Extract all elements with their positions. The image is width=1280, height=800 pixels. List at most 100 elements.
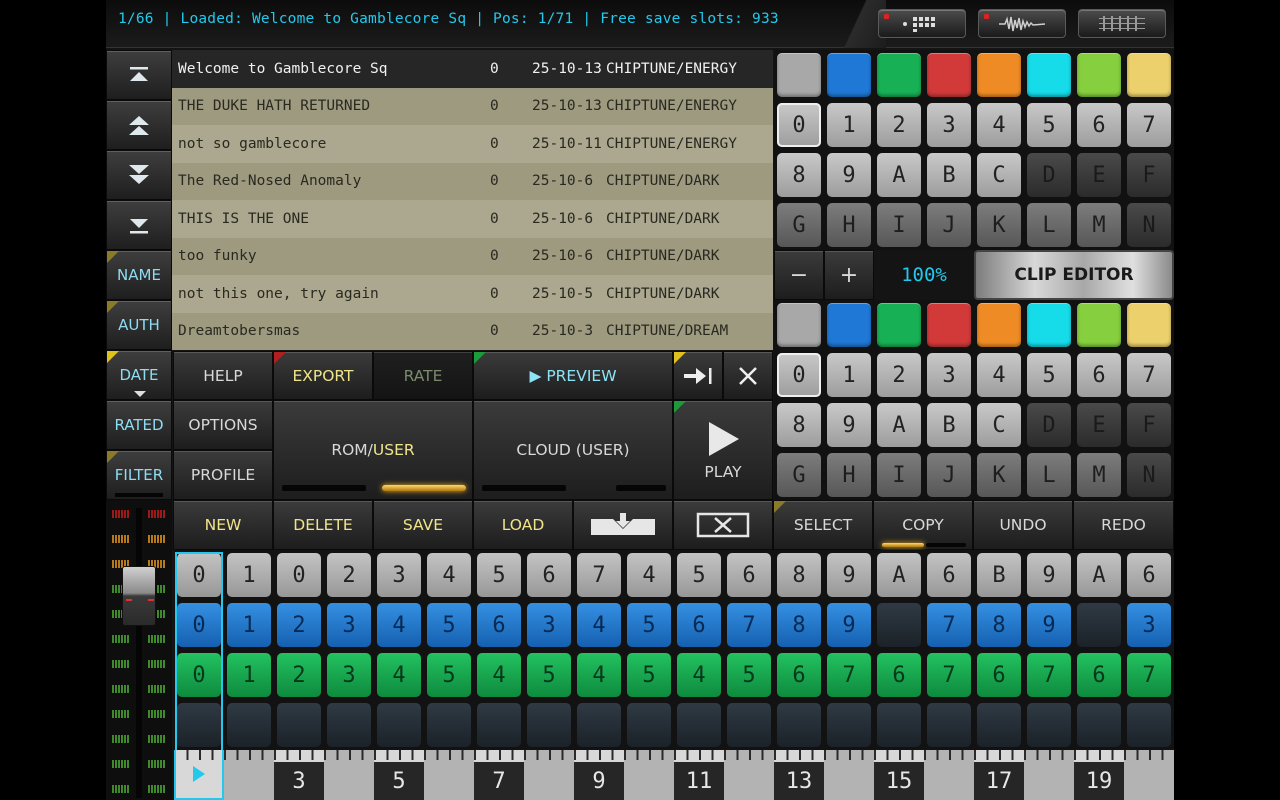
- pattern-cell[interactable]: 3: [327, 653, 371, 697]
- color-swatch[interactable]: [1127, 303, 1171, 347]
- song-row[interactable]: not so gamblecore 0 25-10-11 CHIPTUNE/EN…: [172, 125, 773, 163]
- pattern-cell[interactable]: [427, 703, 471, 747]
- clip-key[interactable]: I: [877, 203, 921, 247]
- clip-key[interactable]: H: [827, 203, 871, 247]
- pattern-cell[interactable]: 4: [627, 553, 671, 597]
- color-swatch[interactable]: [827, 53, 871, 97]
- export-button[interactable]: EXPORT: [273, 351, 373, 400]
- profile-button[interactable]: PROFILE: [173, 450, 273, 500]
- clip-key[interactable]: 3: [927, 353, 971, 397]
- sort-author-button[interactable]: AUTH: [106, 300, 172, 350]
- pattern-cell[interactable]: [527, 703, 571, 747]
- pattern-cell[interactable]: 7: [827, 653, 871, 697]
- clip-key[interactable]: A: [877, 153, 921, 197]
- clip-key[interactable]: L: [1027, 453, 1071, 497]
- pattern-cell[interactable]: 7: [1127, 653, 1171, 697]
- color-swatch[interactable]: [1127, 53, 1171, 97]
- clip-key[interactable]: K: [977, 453, 1021, 497]
- pattern-cell[interactable]: 7: [1027, 653, 1071, 697]
- pattern-cell[interactable]: 6: [927, 553, 971, 597]
- pattern-cell[interactable]: 1: [227, 553, 271, 597]
- clip-key[interactable]: 0: [777, 103, 821, 147]
- pattern-grid[interactable]: 01023456745689A6B9A601234563456789789301…: [174, 550, 1174, 750]
- pattern-cell[interactable]: 5: [427, 603, 471, 647]
- pattern-cell[interactable]: 4: [477, 653, 521, 697]
- pattern-cell[interactable]: 0: [277, 553, 321, 597]
- pattern-cell[interactable]: [477, 703, 521, 747]
- pattern-cell[interactable]: [827, 703, 871, 747]
- new-button[interactable]: NEW: [173, 500, 273, 550]
- insert-button[interactable]: [573, 500, 673, 550]
- clip-key[interactable]: 5: [1027, 103, 1071, 147]
- pattern-cell[interactable]: 6: [877, 653, 921, 697]
- color-swatch[interactable]: [1077, 53, 1121, 97]
- pattern-cell[interactable]: [877, 703, 921, 747]
- pattern-cell[interactable]: 9: [827, 603, 871, 647]
- pattern-cell[interactable]: 4: [577, 603, 621, 647]
- clip-key[interactable]: 1: [827, 103, 871, 147]
- pattern-cell[interactable]: 9: [1027, 553, 1071, 597]
- pattern-cell[interactable]: 6: [1077, 653, 1121, 697]
- clip-key[interactable]: G: [777, 453, 821, 497]
- pattern-cell[interactable]: [727, 703, 771, 747]
- clip-key[interactable]: M: [1077, 453, 1121, 497]
- color-swatch[interactable]: [1027, 53, 1071, 97]
- clip-key[interactable]: 5: [1027, 353, 1071, 397]
- clip-key[interactable]: D: [1027, 403, 1071, 447]
- pattern-cell[interactable]: 9: [827, 553, 871, 597]
- clip-key[interactable]: B: [927, 153, 971, 197]
- pattern-cell[interactable]: [277, 703, 321, 747]
- song-mode-button[interactable]: [878, 9, 966, 38]
- pattern-cell[interactable]: 5: [627, 653, 671, 697]
- clip-key[interactable]: N: [1127, 203, 1171, 247]
- pattern-cell[interactable]: [1077, 703, 1121, 747]
- pattern-cell[interactable]: 2: [277, 603, 321, 647]
- pattern-cell[interactable]: 4: [427, 553, 471, 597]
- clip-key[interactable]: C: [977, 403, 1021, 447]
- clip-key[interactable]: A: [877, 403, 921, 447]
- pattern-cell[interactable]: 9: [1027, 603, 1071, 647]
- options-button[interactable]: OPTIONS: [173, 400, 273, 450]
- scroll-bottom-button[interactable]: [106, 200, 172, 250]
- scroll-top-button[interactable]: [106, 50, 172, 100]
- tracker-mode-button[interactable]: [1078, 9, 1166, 38]
- song-row-selected[interactable]: Welcome to Gamblecore Sq 0 25-10-13 CHIP…: [172, 50, 773, 88]
- cloud-user-button[interactable]: CLOUD (USER): [473, 400, 673, 500]
- song-row[interactable]: The Red-Nosed Anomaly 0 25-10-6 CHIPTUNE…: [172, 162, 773, 200]
- clip-key[interactable]: E: [1077, 403, 1121, 447]
- volume-fader-knob[interactable]: [122, 566, 156, 626]
- pattern-cell[interactable]: 7: [727, 603, 771, 647]
- color-swatch[interactable]: [977, 53, 1021, 97]
- rom-user-button[interactable]: ROM/USER: [273, 400, 473, 500]
- clip-key[interactable]: 7: [1127, 103, 1171, 147]
- color-swatch[interactable]: [1027, 303, 1071, 347]
- color-swatch[interactable]: [927, 53, 971, 97]
- select-button[interactable]: SELECT: [773, 500, 873, 550]
- close-button[interactable]: [723, 351, 773, 400]
- pattern-cell[interactable]: 5: [527, 653, 571, 697]
- sample-mode-button[interactable]: [978, 9, 1066, 38]
- page-down-button[interactable]: [106, 150, 172, 200]
- clip-key[interactable]: M: [1077, 203, 1121, 247]
- song-row[interactable]: Dreamtobersmas 0 25-10-3 CHIPTUNE/DREAM: [172, 312, 773, 350]
- pattern-cell[interactable]: 3: [327, 603, 371, 647]
- clip-key[interactable]: B: [927, 403, 971, 447]
- pattern-cell[interactable]: [1127, 703, 1171, 747]
- clip-key[interactable]: N: [1127, 453, 1171, 497]
- song-row[interactable]: not this one, try again 0 25-10-5 CHIPTU…: [172, 275, 773, 313]
- pattern-cell[interactable]: [1077, 603, 1121, 647]
- color-swatch[interactable]: [977, 303, 1021, 347]
- clip-key[interactable]: 4: [977, 103, 1021, 147]
- color-swatch[interactable]: [777, 303, 821, 347]
- copy-button[interactable]: COPY: [873, 500, 973, 550]
- pattern-cell[interactable]: [677, 703, 721, 747]
- clip-key[interactable]: 2: [877, 353, 921, 397]
- zoom-out-button[interactable]: −: [774, 250, 824, 300]
- pattern-cell[interactable]: 7: [577, 553, 621, 597]
- clear-button[interactable]: [673, 500, 773, 550]
- color-swatch[interactable]: [1077, 303, 1121, 347]
- pattern-cell[interactable]: [627, 703, 671, 747]
- rate-button[interactable]: RATE: [373, 351, 473, 400]
- pattern-cell[interactable]: 1: [227, 653, 271, 697]
- pattern-cell[interactable]: [927, 703, 971, 747]
